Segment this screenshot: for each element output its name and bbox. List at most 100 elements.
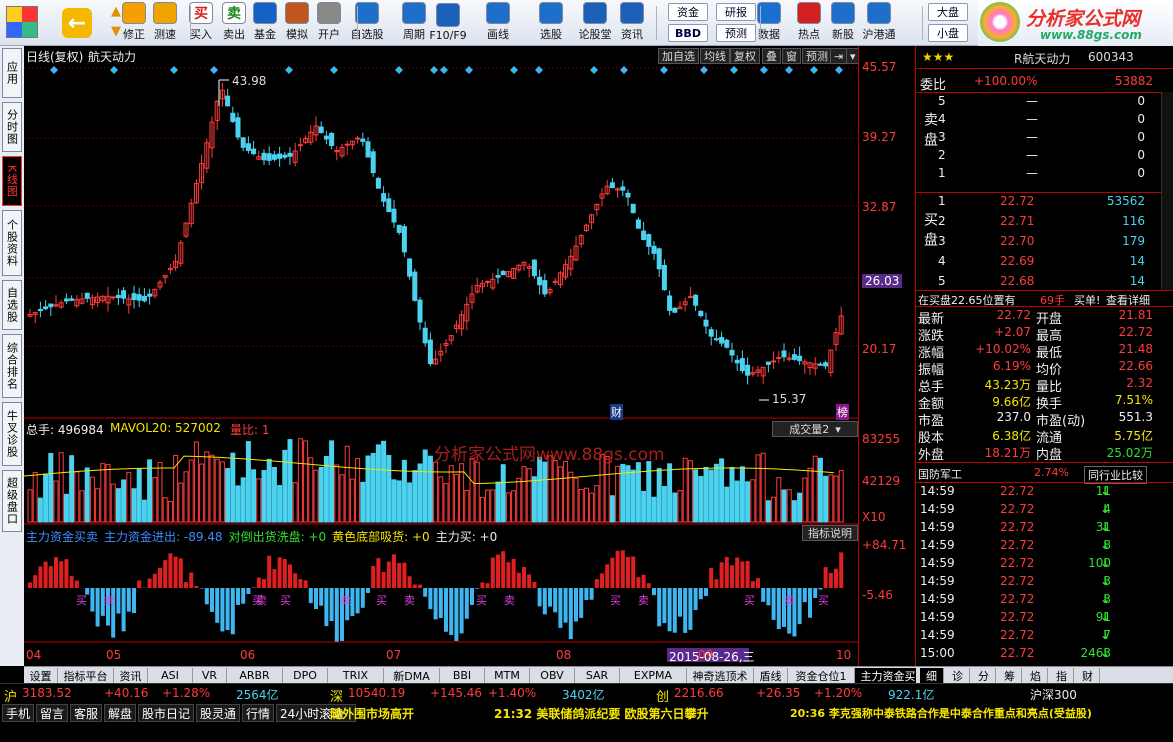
dapan-select[interactable]: 大盘 <box>928 3 968 21</box>
toolbar-period-button[interactable]: 周期 <box>397 2 431 44</box>
toolbar-back-arrow-button[interactable]: 修正 <box>117 2 151 44</box>
toolbar-hk-button[interactable]: 沪港通 <box>862 2 896 44</box>
indicator-tab-15[interactable]: 盾线 <box>754 668 788 683</box>
sidebar-tab-6[interactable]: 牛叉诊股 <box>2 402 22 466</box>
sidebar-tab-5[interactable]: 综合排名 <box>2 334 22 398</box>
indicator-tab-2[interactable]: 资讯 <box>114 668 148 683</box>
indicator-tab-7[interactable]: TRIX <box>328 668 384 683</box>
fullscreen-icon[interactable]: ⇥ <box>830 48 848 64</box>
sidebar-tab-3[interactable]: 个股资料 <box>2 210 22 276</box>
toolbar-newstock-button[interactable]: 新股 <box>826 2 860 44</box>
toolbar-forum-button[interactable]: 论股堂 <box>578 2 612 44</box>
quote-tab-5[interactable]: 指 <box>1050 668 1074 683</box>
event-marker-cai[interactable]: 财 <box>610 404 623 420</box>
sidebar-tab-1[interactable]: 分时图 <box>2 102 22 152</box>
status-btn-1[interactable]: 留言 <box>36 704 68 722</box>
indicator-tab-11[interactable]: OBV <box>530 668 575 683</box>
news-ticker-0[interactable]: 随外围市场高开 <box>330 705 414 722</box>
indicator-help-button[interactable]: 指标说明 <box>802 525 858 541</box>
toolbar-clock-button[interactable]: 测速 <box>148 2 182 44</box>
quote-tab-1[interactable]: 诊 <box>946 668 970 683</box>
sell-level: 2 <box>938 148 946 162</box>
status-btn-4[interactable]: 股市日记 <box>138 704 194 722</box>
indicator-bar-down <box>126 588 131 612</box>
volume-indicator-select[interactable]: 成交量2 ▾ <box>772 421 858 437</box>
indicator-bar-down <box>678 588 682 617</box>
sidebar-tab-2[interactable]: K线图 <box>2 156 22 206</box>
news-ticker-2[interactable]: 20:36 李克强称中泰铁路合作是中泰合作重点和亮点(受益股) <box>790 705 1092 721</box>
status-btn-0[interactable]: 手机 <box>2 704 34 722</box>
yanbao-button[interactable]: 研报 <box>716 3 756 21</box>
sidebar-tab-7[interactable]: 超级盘口 <box>2 470 22 532</box>
down-arrow-icon: ↓ <box>1100 502 1111 516</box>
news-ticker-1[interactable]: 21:32 美联储鸽派纪要 欧股第六日攀升 <box>494 705 709 722</box>
toolbar-fund-button[interactable]: 基金 <box>248 2 282 44</box>
indicator-tab-12[interactable]: SAR <box>575 668 620 683</box>
volume-bar <box>625 465 631 523</box>
toolbar-lock-button[interactable]: 开户 <box>312 2 346 44</box>
indicator-tab-13[interactable]: EXPMA <box>620 668 687 683</box>
indicator-tab-6[interactable]: DPO <box>283 668 328 683</box>
indicator-tab-3[interactable]: ASI <box>148 668 193 683</box>
chart-btn-0[interactable]: 加自选 <box>658 48 699 64</box>
chart-area[interactable]: 日线(复权) 航天动力 加自选 均线 复权叠窗预测 ⇥ ▾ 分析家公式网www.88gs… <box>24 46 860 666</box>
indicator-tab-10[interactable]: MTM <box>485 668 530 683</box>
indicator-tab-9[interactable]: BBI <box>440 668 485 683</box>
chart-btn-2[interactable]: 复权 <box>730 48 760 64</box>
status-btn-5[interactable]: 股灵通 <box>196 704 240 722</box>
yuce-button[interactable]: 预测 <box>716 24 756 42</box>
indicator-tab-14[interactable]: 神奇逃顶术 <box>687 668 754 683</box>
toolbar-news-button[interactable]: 资讯 <box>615 2 649 44</box>
zijin-select[interactable]: 资金 <box>668 3 708 21</box>
volume-bar <box>74 471 80 523</box>
toolbar-sell-button[interactable]: 卖卖出 <box>217 2 251 44</box>
indicator-bar-down <box>90 588 95 612</box>
chart-btn-4[interactable]: 窗 <box>782 48 801 64</box>
buy-volume: 14 <box>1129 254 1145 268</box>
stat-label: 外盘 <box>918 448 945 463</box>
chart-btn-5[interactable]: 预测 <box>802 48 832 64</box>
volume-bar <box>167 501 173 523</box>
quote-tab-6[interactable]: 财 <box>1076 668 1100 683</box>
indicator-tab-0[interactable]: 设置 <box>24 668 58 683</box>
indicator-tab-1[interactable]: 指标平台 <box>58 668 114 683</box>
app-grid-icon[interactable] <box>6 6 38 38</box>
status-btn-2[interactable]: 客服 <box>70 704 102 722</box>
quote-tab-2[interactable]: 分 <box>972 668 996 683</box>
toolbar-pen-button[interactable]: 画线 <box>481 2 515 44</box>
volume-bar <box>729 466 735 523</box>
back-arrow-icon[interactable]: ← <box>62 8 92 38</box>
toolbar-data-button[interactable]: 数据 <box>752 2 786 44</box>
toolbar-f10-button[interactable]: F10/F9 <box>429 2 467 44</box>
quote-tab-0[interactable]: 细 <box>920 668 944 683</box>
candle-body <box>537 276 543 286</box>
indicator-tab-8[interactable]: 新DMA <box>384 668 440 683</box>
quote-tab-3[interactable]: 筹 <box>998 668 1022 683</box>
tick-time: 14:59 <box>920 574 955 588</box>
quote-tab-4[interactable]: 焰 <box>1024 668 1048 683</box>
status-btn-6[interactable]: 行情 <box>242 704 274 722</box>
sector-pct: 2.74% <box>1034 466 1069 479</box>
chart-btn-3[interactable]: 叠 <box>762 48 781 64</box>
toolbar-select-button[interactable]: 选股 <box>534 2 568 44</box>
sidebar-tab-4[interactable]: 自选股 <box>2 280 22 330</box>
bbd-button[interactable]: BBD <box>668 24 708 42</box>
volume-bar <box>297 438 303 523</box>
toolbar-label: 论股堂 <box>578 28 612 41</box>
chart-canvas[interactable] <box>24 46 858 666</box>
event-marker-bang[interactable]: 榜 <box>836 404 849 420</box>
indicator-tab-4[interactable]: VR <box>193 668 227 683</box>
sector-name[interactable]: 国防军工 <box>918 466 962 482</box>
volume-bar <box>131 488 137 523</box>
quote-scrollbar[interactable] <box>1161 92 1173 290</box>
index-hs300-name[interactable]: 沪深300 <box>1030 686 1077 703</box>
toolbar-hammer-button[interactable]: 模拟 <box>280 2 314 44</box>
status-btn-3[interactable]: 解盘 <box>104 704 136 722</box>
xiaopan-select[interactable]: 小盘 <box>928 24 968 42</box>
indicator-tab-16[interactable]: 资金仓位1 <box>788 668 855 683</box>
indicator-tab-5[interactable]: ARBR <box>227 668 283 683</box>
toolbar-hot-button[interactable]: 热点 <box>792 2 826 44</box>
sidebar-tab-0[interactable]: 应用 <box>2 48 22 98</box>
toolbar-star-folder-button[interactable]: 自选股 <box>350 2 384 44</box>
chart-btn-1[interactable]: 均线 <box>700 48 730 64</box>
